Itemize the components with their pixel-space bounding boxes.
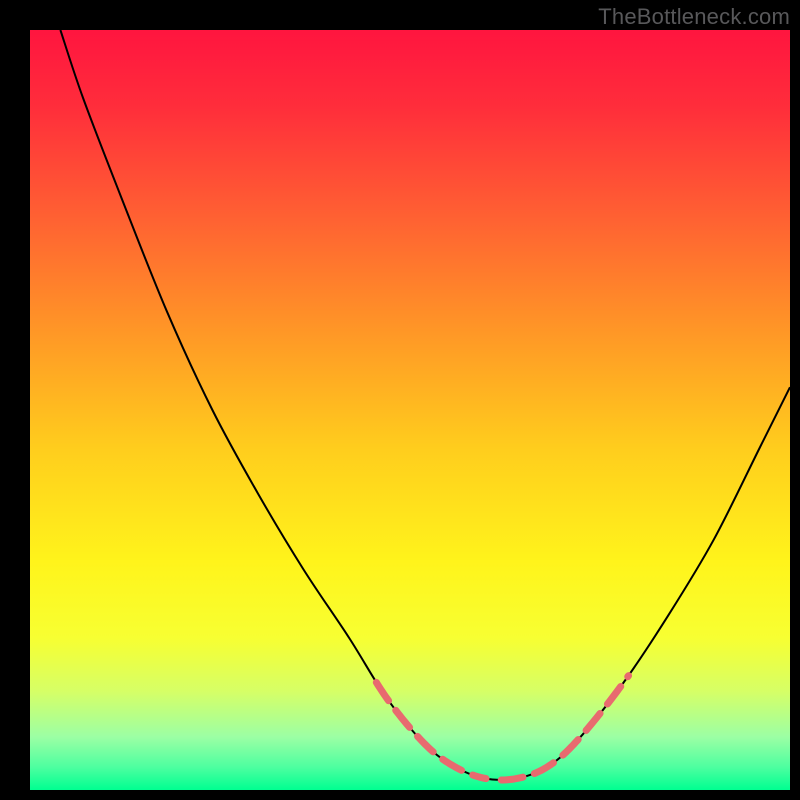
chart-plot-area [30,30,790,790]
chart-svg [30,30,790,790]
chart-background [30,30,790,790]
watermark: TheBottleneck.com [598,4,790,30]
